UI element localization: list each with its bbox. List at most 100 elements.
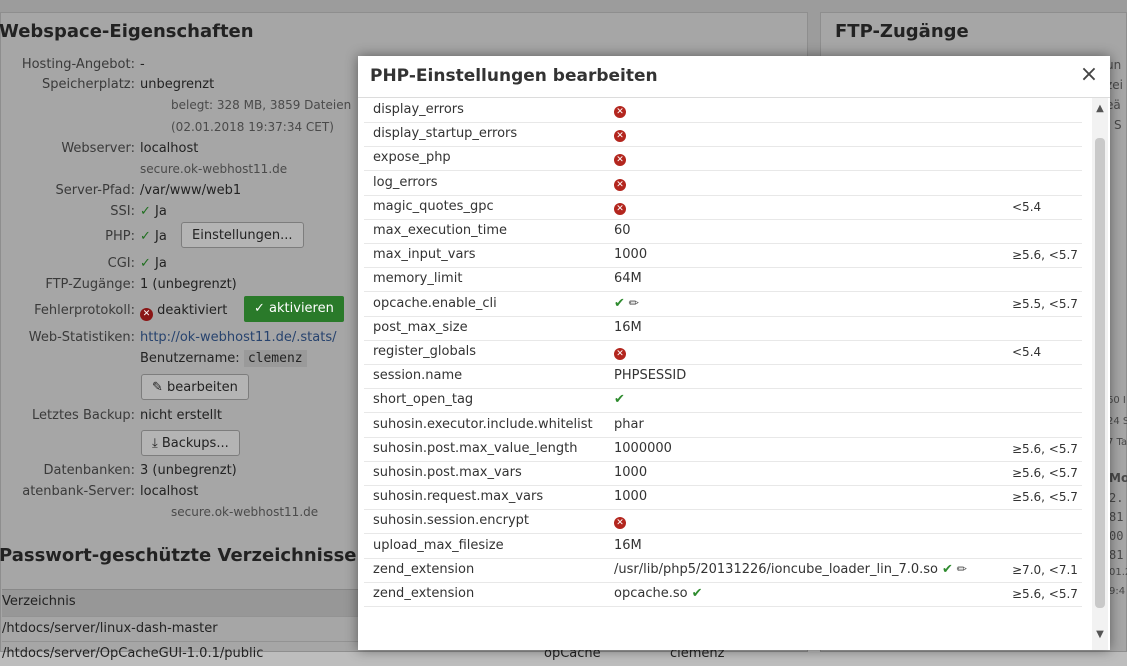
setting-row[interactable]: zend_extension/usr/lib/php5/20131226/ion… (364, 558, 1082, 583)
pencil-icon: ✎ (152, 380, 163, 395)
setting-value[interactable]: ✕ (614, 175, 626, 191)
setting-value-text: 1000 (614, 247, 648, 263)
server-path-value: /var/www/web1 (140, 183, 242, 198)
version-constraint: ≥5.6, <5.7 (1012, 587, 1078, 601)
cross-circle-icon: ✕ (614, 154, 626, 167)
setting-value[interactable]: ✕ (614, 126, 626, 143)
cross-circle-icon: ✕ (614, 202, 626, 215)
scrollbar-thumb[interactable] (1095, 138, 1105, 608)
databases-label: Datenbanken: (43, 463, 135, 478)
setting-row[interactable]: suhosin.request.max_vars 1000 ≥5.6, <5.7 (364, 485, 1082, 511)
dialog-scrollbar[interactable]: ▲ ▼ (1092, 98, 1108, 650)
setting-name: session.name (373, 368, 463, 384)
checkmark-icon: ✓ (140, 256, 151, 271)
close-icon[interactable]: × (1076, 62, 1102, 88)
webstats-link[interactable]: http://ok-webhost11.de/.stats/ (140, 330, 336, 345)
backup-label: Letztes Backup: (32, 408, 135, 423)
setting-value[interactable]: opcache.so ✔ (614, 586, 702, 601)
activate-error-log-button[interactable]: ✓ aktivieren (244, 296, 344, 322)
setting-value[interactable]: ✔✎ (614, 294, 642, 311)
setting-row[interactable]: display_errors ✕ (364, 98, 1082, 123)
setting-name: max_execution_time (373, 223, 508, 238)
wrench-icon[interactable]: ✎ (953, 560, 970, 577)
setting-row[interactable]: zend_extension opcache.so ✔ ≥5.6, <5.7 (364, 582, 1082, 607)
setting-value[interactable]: 1000 (614, 247, 647, 262)
edit-button[interactable]: ✎ bearbeiten (141, 374, 249, 400)
ssi-value: ✓ Ja (140, 204, 167, 219)
setting-name: max_input_vars (373, 247, 476, 263)
protected-dirs-title: Passwort-geschützte Verzeichnisse (0, 545, 357, 566)
setting-row[interactable]: log_errors ✕ (364, 171, 1082, 196)
webstats-label: Web-Statistiken: (28, 330, 135, 345)
setting-value[interactable]: ✕ (614, 150, 626, 167)
setting-row[interactable]: display_startup_errors ✕ (364, 122, 1082, 148)
setting-row[interactable]: upload_max_filesize 16M (364, 534, 1082, 559)
scroll-down-arrow-icon[interactable]: ▼ (1095, 630, 1105, 640)
setting-value[interactable]: phar (614, 417, 644, 432)
setting-value[interactable]: 16M (614, 320, 642, 335)
setting-value[interactable]: 1000000 (614, 441, 672, 456)
setting-row[interactable]: suhosin.session.encrypt ✕ (364, 509, 1082, 535)
setting-row[interactable]: register_globals ✕ <5.4 (364, 340, 1082, 365)
setting-value[interactable]: 60 (614, 223, 631, 238)
hosting-value: - (140, 57, 145, 72)
php-settings-button[interactable]: Einstellungen... (181, 222, 304, 248)
setting-value[interactable]: 1000 (614, 489, 647, 504)
fragment-text: 81 (1109, 510, 1124, 524)
wrench-icon[interactable]: ✎ (625, 294, 642, 311)
setting-value[interactable]: PHPSESSID (614, 368, 686, 383)
setting-name: suhosin.session.encrypt (373, 513, 529, 529)
checkmark-icon: ✓ (254, 301, 265, 316)
settings-list[interactable]: display_errors ✕ display_startup_errors ✕ ex… (358, 98, 1110, 650)
storage-label: Speicherplatz: (42, 77, 135, 92)
fragment-text: 01.2 (1109, 567, 1127, 578)
setting-value[interactable]: ✔ (614, 392, 625, 407)
setting-row[interactable]: expose_php ✕ (364, 146, 1082, 172)
cross-circle-icon: ✕ (614, 178, 626, 191)
setting-row[interactable]: max_input_vars 1000 ≥5.6, <5.7 (364, 243, 1082, 269)
backups-button[interactable]: ⤓ Backups... (141, 430, 240, 456)
version-constraint: ≥5.6, <5.7 (1012, 248, 1078, 263)
setting-value[interactable]: ✕ (614, 199, 626, 215)
setting-value[interactable]: 16M (614, 538, 642, 553)
setting-value[interactable]: ✕ (614, 102, 626, 118)
dir-path: /htdocs/server/linux-dash-master (2, 621, 218, 636)
setting-name: suhosin.request.max_vars (373, 489, 544, 505)
error-log-label: Fehlerprotokoll: (34, 303, 135, 318)
setting-row[interactable]: short_open_tag ✔ (364, 388, 1082, 414)
setting-row[interactable]: max_execution_time 60 (364, 219, 1082, 244)
setting-value-text: 1000 (614, 465, 648, 480)
version-constraint: ≥7.0, <7.1 (1012, 562, 1078, 577)
setting-name: display_errors (373, 102, 464, 117)
setting-row[interactable]: session.name PHPSESSID (364, 364, 1082, 390)
version-constraint: ≥5.6, <5.7 (1012, 490, 1078, 505)
checkmark-icon: ✔ (614, 295, 625, 311)
setting-value[interactable]: /usr/lib/php5/20131226/ioncube_loader_li… (614, 560, 970, 577)
setting-row[interactable]: post_max_size 16M (364, 316, 1082, 341)
cgi-label: CGI: (107, 256, 135, 271)
scroll-up-arrow-icon[interactable]: ▲ (1095, 104, 1105, 114)
setting-name: register_globals (373, 344, 477, 359)
backups-button-label: Backups... (161, 436, 229, 451)
version-constraint: <5.4 (1012, 345, 1042, 359)
setting-value[interactable]: ✕ (614, 513, 626, 530)
setting-value[interactable]: 64M (614, 271, 642, 286)
server-path-label: Server-Pfad: (55, 183, 135, 198)
setting-row[interactable]: suhosin.executor.include.whitelist phar (364, 413, 1082, 438)
setting-name: zend_extension (373, 586, 475, 601)
cross-circle-icon: ✕ (614, 130, 626, 143)
db-server-host: secure.ok-webhost11.de (171, 505, 319, 519)
username-row: Benutzername: clemenz (140, 350, 307, 367)
setting-name: display_startup_errors (373, 126, 518, 142)
setting-row[interactable]: suhosin.post.max_value_length 1000000 ≥5.6… (364, 437, 1082, 462)
setting-name: memory_limit (373, 271, 463, 287)
setting-value[interactable]: ✕ (614, 344, 626, 360)
setting-value[interactable]: 1000 (614, 465, 647, 480)
version-constraint: ≥5.6, <5.7 (1012, 466, 1078, 480)
setting-row[interactable]: memory_limit 64M (364, 267, 1082, 293)
setting-row[interactable]: opcache.enable_cli ✔✎ ≥5.5, <5.7 (364, 292, 1082, 317)
setting-row[interactable]: suhosin.post.max_vars 1000 ≥5.6, <5.7 (364, 461, 1082, 486)
setting-row[interactable]: magic_quotes_gpc ✕ <5.4 (364, 195, 1082, 220)
setting-value-text: /usr/lib/php5/20131226/ioncube_loader_li… (614, 561, 938, 577)
setting-name: suhosin.post.max_value_length (373, 440, 578, 456)
